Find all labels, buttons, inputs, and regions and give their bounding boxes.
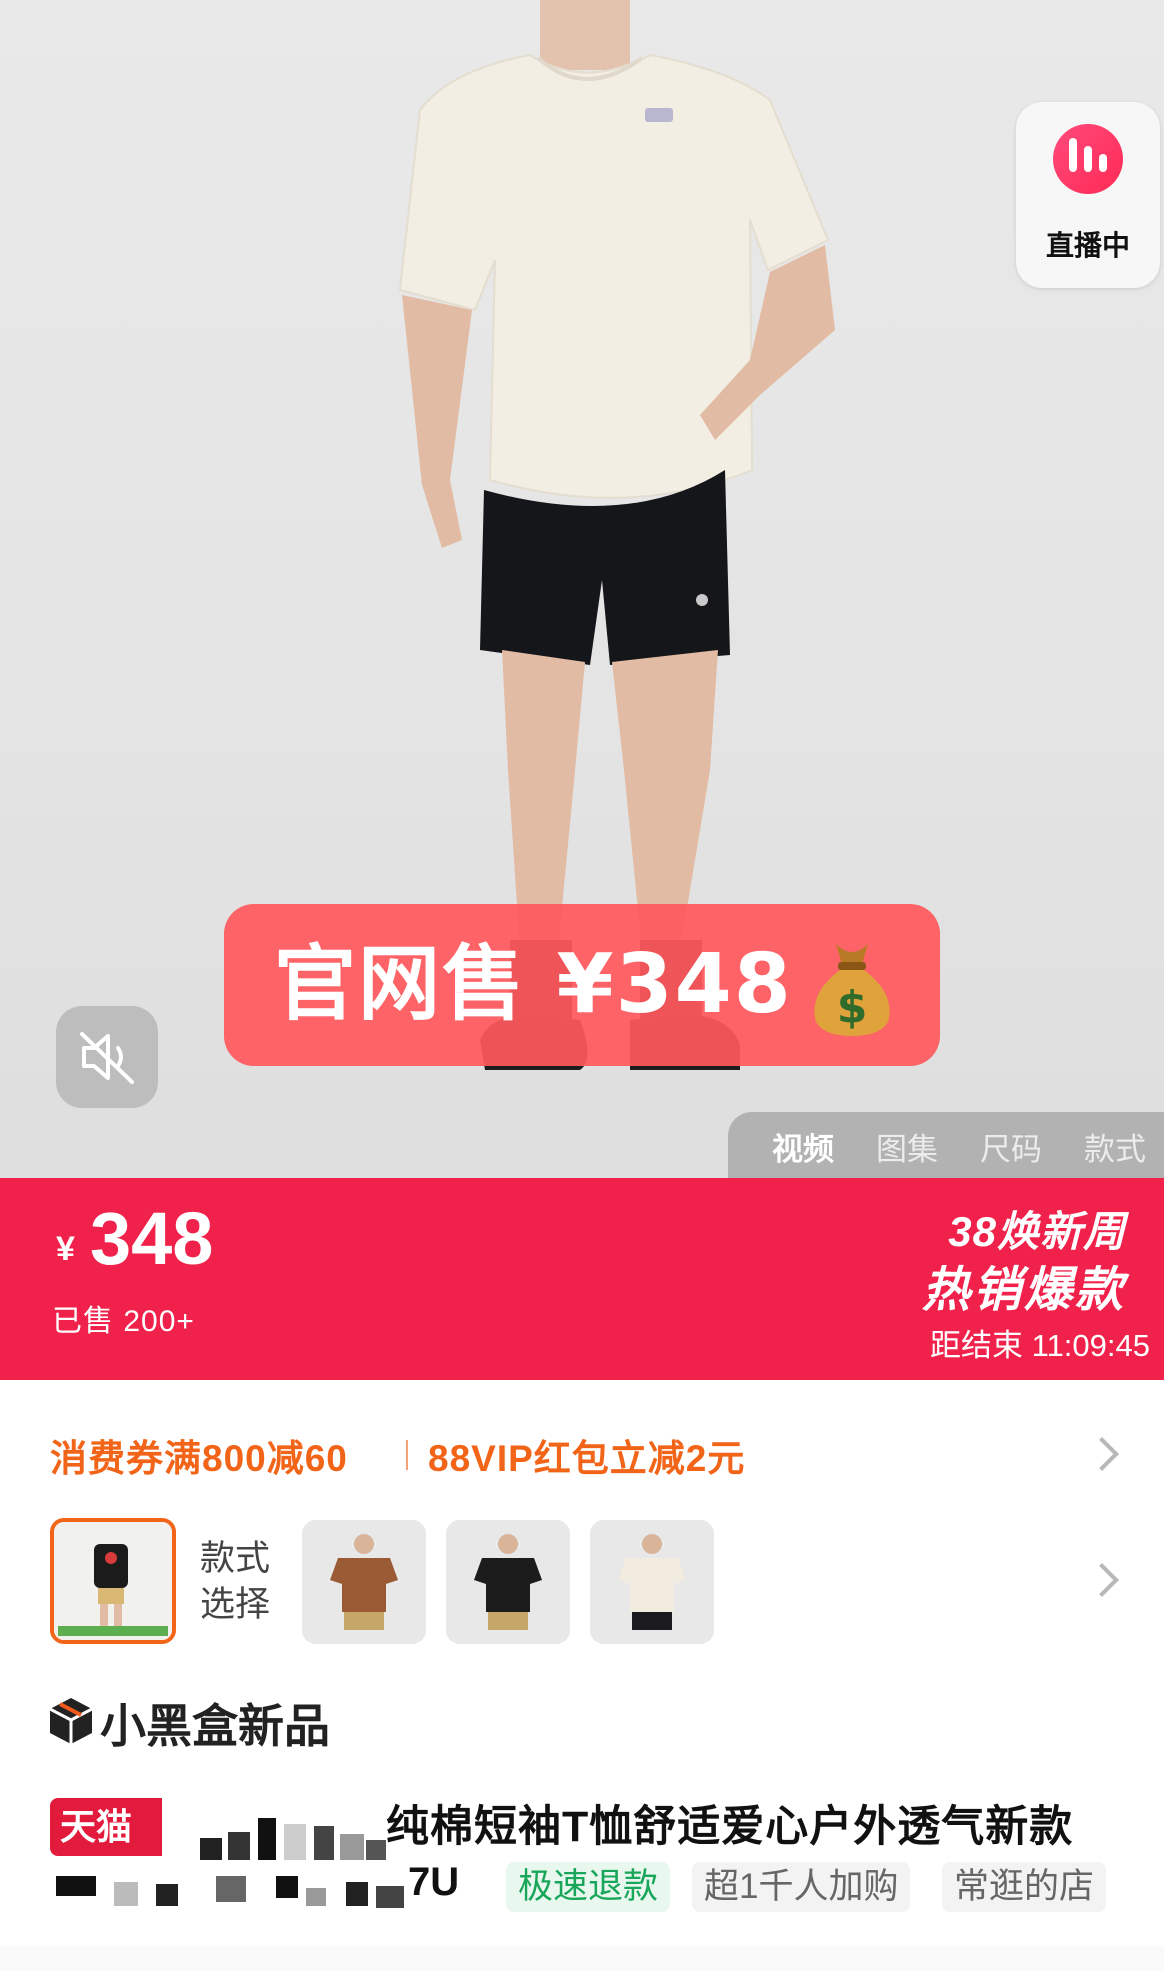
style-selector[interactable]: 款式 选择 bbox=[0, 1510, 1164, 1650]
countdown-timer: 距结束 11:09:45 bbox=[930, 1328, 1150, 1363]
redacted-text-block bbox=[200, 1818, 386, 1860]
live-broadcast-icon bbox=[1053, 124, 1123, 194]
price-bar: ¥ 348 已售 200+ 38焕新周 热销爆款 距结束 11:09:45 bbox=[0, 1178, 1164, 1380]
vip-coupon-text: 88VIP红包立减2元 bbox=[428, 1438, 746, 1479]
currency-symbol: ¥ bbox=[56, 1230, 75, 1268]
style-thumb-image bbox=[446, 1520, 570, 1644]
style-thumb-image bbox=[302, 1520, 426, 1644]
style-thumb-image bbox=[590, 1520, 714, 1644]
model-number: 7U bbox=[408, 1860, 460, 1904]
style-thumb-3[interactable] bbox=[446, 1520, 570, 1644]
chevron-right-icon bbox=[1085, 1437, 1119, 1471]
chevron-right-icon bbox=[1085, 1563, 1119, 1597]
mute-icon bbox=[80, 1032, 134, 1084]
fast-refund-tag: 极速退款 bbox=[506, 1862, 671, 1912]
tab-gallery[interactable]: 图集 bbox=[876, 1124, 938, 1169]
tab-video[interactable]: 视频 bbox=[772, 1124, 834, 1169]
media-tabs: 视频 图集 尺码 款式 bbox=[728, 1112, 1164, 1178]
sold-count: 已售 200+ bbox=[52, 1305, 195, 1338]
price-value: 348 bbox=[90, 1197, 214, 1280]
style-thumb-4[interactable] bbox=[590, 1520, 714, 1644]
mute-button[interactable] bbox=[56, 1006, 158, 1108]
tab-size[interactable]: 尺码 bbox=[980, 1124, 1042, 1169]
money-bag-icon: $ bbox=[814, 944, 890, 1036]
black-box-icon bbox=[49, 1698, 93, 1744]
bottom-divider bbox=[0, 1946, 1164, 1971]
product-detail-page: 直播中 官网售 ¥348 $ 视频 图集 尺码 款式 ¥ 348 已售 200+… bbox=[0, 0, 1164, 1971]
product-title-block: 天猫 纯棉短袖T恤舒适爱心户外透气新款 7U 极速退款 超1千人加购 常逛的店 bbox=[0, 1786, 1164, 1946]
frequent-store-tag: 常逛的店 bbox=[942, 1862, 1107, 1912]
style-thumb-image bbox=[54, 1522, 172, 1640]
tmall-tag: 天猫 bbox=[50, 1798, 162, 1856]
product-title: 纯棉短袖T恤舒适爱心户外透气新款 bbox=[386, 1803, 1074, 1851]
promo-subtitle: 热销爆款 bbox=[921, 1264, 1126, 1317]
style-select-text: 款式 选择 bbox=[200, 1539, 271, 1624]
redacted-text-block bbox=[56, 1876, 404, 1908]
coupon-divider bbox=[406, 1440, 408, 1470]
style-select-label: 款式 选择 bbox=[200, 1536, 290, 1628]
coupon-text: 消费券满800减60 bbox=[50, 1438, 348, 1479]
live-badge[interactable]: 直播中 bbox=[1016, 102, 1160, 288]
price-banner-text: 官网售 ¥348 bbox=[274, 937, 793, 1032]
coupon-row[interactable]: 消费券满800减60 88VIP红包立减2元 bbox=[0, 1410, 1164, 1496]
tab-style[interactable]: 款式 bbox=[1084, 1124, 1146, 1169]
cart-count-tag: 超1千人加购 bbox=[692, 1862, 911, 1912]
product-video[interactable]: 直播中 官网售 ¥348 $ 视频 图集 尺码 款式 bbox=[0, 0, 1164, 1178]
style-thumb-2[interactable] bbox=[302, 1520, 426, 1644]
live-badge-label: 直播中 bbox=[1045, 230, 1130, 261]
style-thumb-1[interactable] bbox=[50, 1518, 176, 1644]
price-banner: 官网售 ¥348 $ bbox=[224, 904, 940, 1066]
svg-text:$: $ bbox=[837, 982, 868, 1033]
brand-title: 小黑盒新品 bbox=[100, 1700, 330, 1752]
